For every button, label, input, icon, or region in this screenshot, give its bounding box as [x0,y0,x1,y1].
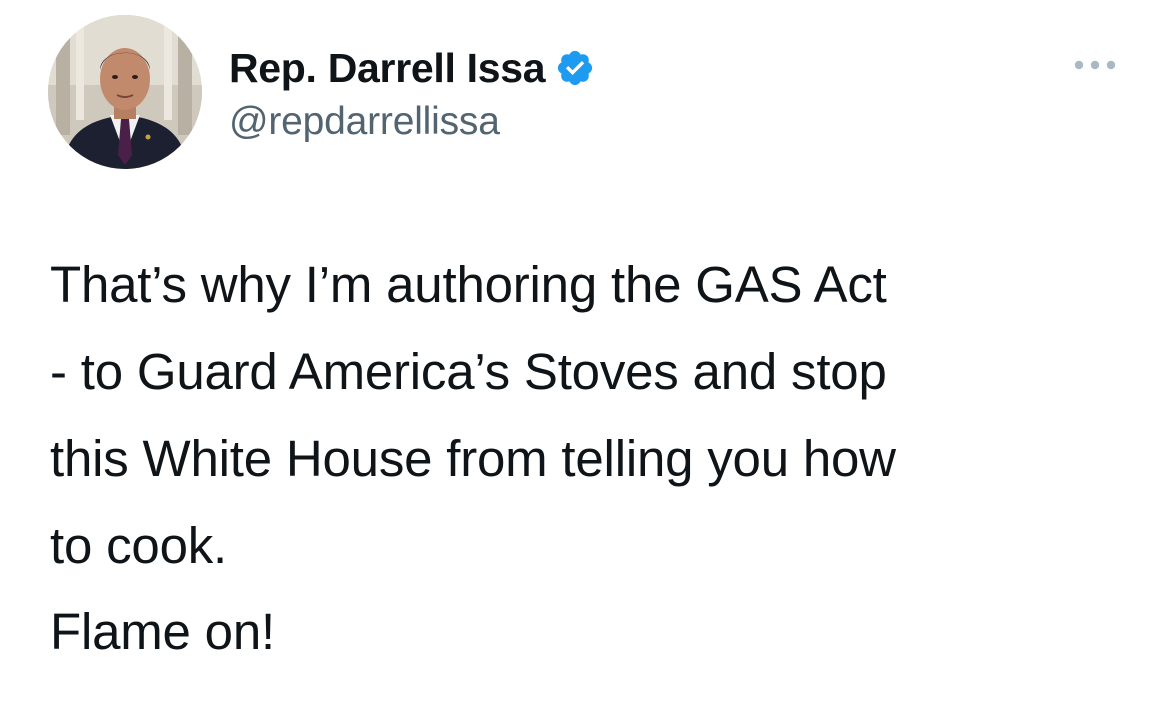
author-name-row: Rep. Darrell Issa [229,42,595,94]
tweet-card: Rep. Darrell Issa @repdarrellissa That’s… [0,0,1170,716]
author-handle[interactable]: @repdarrellissa [229,100,500,144]
tweet-closing-line: Flame on! [50,603,275,660]
more-options-ellipsis-icon[interactable] [1070,52,1120,78]
tweet-text-line: That’s why I’m authoring the GAS Act [50,256,887,313]
avatar-photo-icon [48,15,202,169]
verified-badge-icon [555,48,595,88]
tweet-body: That’s why I’m authoring the GAS Act - t… [50,241,1140,589]
author-display-name[interactable]: Rep. Darrell Issa [229,45,546,92]
tweet-text-line: to cook. [50,517,227,574]
author-avatar[interactable] [48,15,202,169]
tweet-text-line: - to Guard America’s Stoves and stop [50,343,887,400]
tweet-text-line: this White House from telling you how [50,430,896,487]
